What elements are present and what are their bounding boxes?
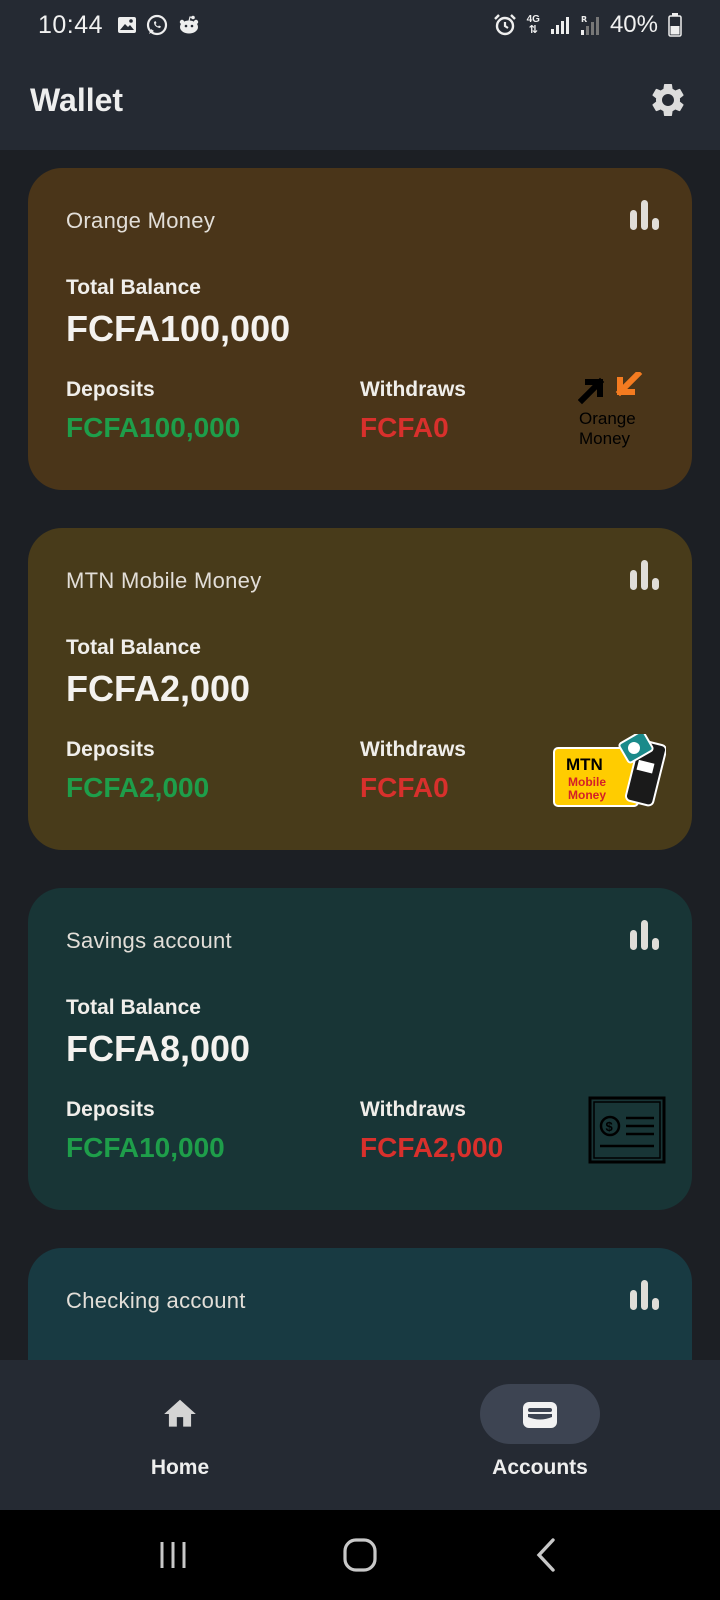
stats-button[interactable] (628, 1278, 662, 1312)
nav-label-home: Home (150, 1456, 210, 1479)
total-balance-value: FCFA100,000 (66, 308, 291, 349)
app-bar: Wallet (0, 50, 720, 150)
total-balance-value: FCFA8,000 (66, 1028, 251, 1069)
withdraws-value: FCFA0 (360, 412, 449, 443)
account-name: Savings account (66, 928, 232, 953)
logo-text-orange: Orange (579, 409, 636, 428)
account-name: MTN Mobile Money (66, 568, 262, 593)
page-title: Wallet (30, 81, 124, 118)
nav-pill-accounts[interactable] (480, 1384, 600, 1444)
withdraws-label: Withdraws (360, 1098, 466, 1121)
system-navigation-bar (0, 1510, 720, 1600)
bar-chart-icon (630, 200, 659, 230)
battery-percent: 40% (609, 11, 658, 38)
recent-apps-icon (160, 1542, 186, 1568)
total-balance-label: Total Balance (66, 636, 201, 659)
svg-text:R: R (581, 15, 587, 24)
battery-icon (668, 13, 682, 37)
deposits-value: FCFA100,000 (66, 412, 241, 443)
account-card-checking[interactable]: Checking account (28, 1248, 692, 1360)
signal-icon (550, 15, 570, 35)
nav-label-accounts: Accounts (492, 1456, 588, 1479)
withdraws-value: FCFA2,000 (360, 1132, 504, 1163)
home-button[interactable] (330, 1525, 390, 1585)
gallery-icon (117, 16, 137, 34)
deposits-value: FCFA10,000 (66, 1132, 225, 1163)
reddit-icon (177, 15, 201, 35)
orange-money-logo: Orange Money (577, 369, 644, 453)
bottom-navigation: Home Accounts (0, 1360, 720, 1510)
stats-button[interactable] (628, 198, 662, 232)
logo-text-mobile: Mobile (568, 775, 606, 789)
withdraws-value: FCFA0 (360, 772, 449, 803)
alarm-icon (493, 13, 517, 37)
account-card-mtn-mobile-money[interactable]: MTN Mobile Money Total Balance FCFA2,000… (28, 528, 692, 850)
mtn-mobile-money-logo: MTN Mobile Money (552, 730, 668, 815)
stats-button[interactable] (628, 918, 662, 952)
deposits-label: Deposits (66, 1098, 155, 1121)
bar-chart-icon (630, 920, 659, 950)
withdraws-label: Withdraws (360, 738, 466, 761)
gear-icon (652, 83, 684, 116)
home-circle-icon (343, 1538, 377, 1572)
wallet-icon (523, 1402, 557, 1428)
deposits-label: Deposits (66, 738, 155, 761)
recent-apps-button[interactable] (143, 1525, 203, 1585)
data-arrows-icon: 4G ⇅ (526, 14, 540, 36)
account-name: Orange Money (66, 208, 216, 233)
account-card-savings[interactable]: Savings account Total Balance FCFA8,000 … (28, 888, 692, 1210)
back-icon (536, 1538, 555, 1572)
stats-button[interactable] (628, 558, 662, 592)
logo-text-money: Money (568, 788, 606, 802)
nav-item-home[interactable]: Home (0, 1360, 360, 1510)
withdraws-label: Withdraws (360, 378, 466, 401)
bar-chart-icon (630, 1280, 659, 1310)
whatsapp-icon (146, 14, 168, 36)
svg-text:$: $ (606, 1119, 614, 1134)
account-card-orange-money[interactable]: Orange Money Total Balance FCFA100,000 D… (28, 168, 692, 490)
account-name: Checking account (66, 1288, 246, 1313)
notification-icons (117, 14, 201, 36)
total-balance-label: Total Balance (66, 276, 201, 299)
bar-chart-icon (630, 560, 659, 590)
total-balance-label: Total Balance (66, 996, 201, 1019)
roaming-signal-icon: R (580, 14, 600, 36)
logo-text-money: Money (579, 429, 631, 448)
status-time: 10:44 (38, 10, 104, 39)
nav-item-accounts[interactable]: Accounts (360, 1360, 720, 1510)
deposits-value: FCFA2,000 (66, 772, 210, 803)
settings-button[interactable] (646, 78, 690, 122)
nav-pill-home[interactable] (120, 1384, 240, 1444)
back-button[interactable] (517, 1525, 577, 1585)
status-bar: 10:44 4G ⇅ R 40% (0, 0, 720, 50)
check-icon: $ (588, 1096, 666, 1169)
deposits-label: Deposits (66, 378, 155, 401)
home-icon (164, 1399, 196, 1427)
total-balance-value: FCFA2,000 (66, 668, 251, 709)
status-right: 4G ⇅ R 40% (493, 11, 682, 39)
logo-text-mtn: MTN (566, 755, 603, 774)
accounts-list[interactable]: Orange Money Total Balance FCFA100,000 D… (0, 150, 720, 1360)
